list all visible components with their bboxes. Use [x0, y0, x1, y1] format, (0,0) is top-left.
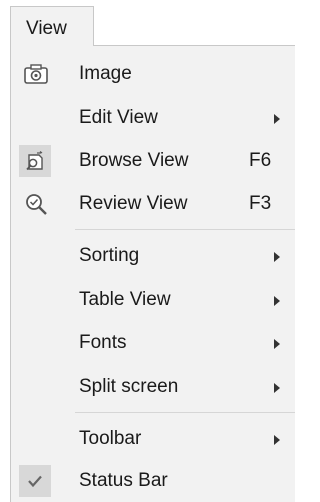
- menu-item-label: Review View: [79, 193, 188, 214]
- submenu-arrow-icon: [274, 435, 280, 445]
- menu-item-split-screen[interactable]: Split screen: [11, 366, 295, 409]
- menu-item-label: Browse View: [79, 150, 189, 171]
- menu-item-label: Sorting: [79, 245, 140, 266]
- menu-item-toolbar[interactable]: Toolbar: [11, 418, 295, 461]
- menu-separator: [75, 412, 295, 413]
- menu-item-sorting[interactable]: Sorting: [11, 235, 295, 278]
- magnifier-icon: [23, 191, 49, 217]
- menu-item-label: Image: [79, 63, 132, 84]
- view-dropdown-menu: Image Edit View Browse View F6 Review Vi…: [10, 45, 295, 502]
- menu-item-status-bar[interactable]: Status Bar: [11, 460, 295, 502]
- menu-item-label: Fonts: [79, 332, 127, 353]
- menu-item-fonts[interactable]: Fonts: [11, 322, 295, 365]
- menu-item-label: Table View: [79, 289, 171, 310]
- menu-item-review-view[interactable]: Review View F3: [11, 183, 295, 226]
- menu-item-table-view[interactable]: Table View: [11, 279, 295, 322]
- submenu-arrow-icon: [274, 252, 280, 262]
- menu-item-edit-view[interactable]: Edit View: [11, 97, 295, 140]
- menu-item-label: Split screen: [79, 376, 179, 397]
- camera-icon: [23, 61, 49, 87]
- menu-item-label: Toolbar: [79, 428, 142, 449]
- submenu-arrow-icon: [274, 296, 280, 306]
- menu-item-image[interactable]: Image: [11, 53, 295, 96]
- menu-item-browse-view[interactable]: Browse View F6: [11, 140, 295, 183]
- menu-item-label: Edit View: [79, 107, 158, 128]
- menu-item-label: Status Bar: [79, 470, 168, 491]
- shortcut-label: F3: [249, 193, 272, 214]
- menu-tab-view[interactable]: View: [10, 6, 94, 46]
- menu-tab-label: View: [26, 18, 67, 39]
- submenu-arrow-icon: [274, 383, 280, 393]
- submenu-arrow-icon: [274, 114, 280, 124]
- checkmark-icon: [19, 465, 51, 497]
- menu-separator: [75, 229, 295, 230]
- submenu-arrow-icon: [274, 339, 280, 349]
- view-menu-screenshot: View Image Edit View Browse View F6 Revi…: [0, 0, 295, 502]
- browse-icon: [19, 145, 51, 177]
- shortcut-label: F6: [249, 150, 272, 171]
